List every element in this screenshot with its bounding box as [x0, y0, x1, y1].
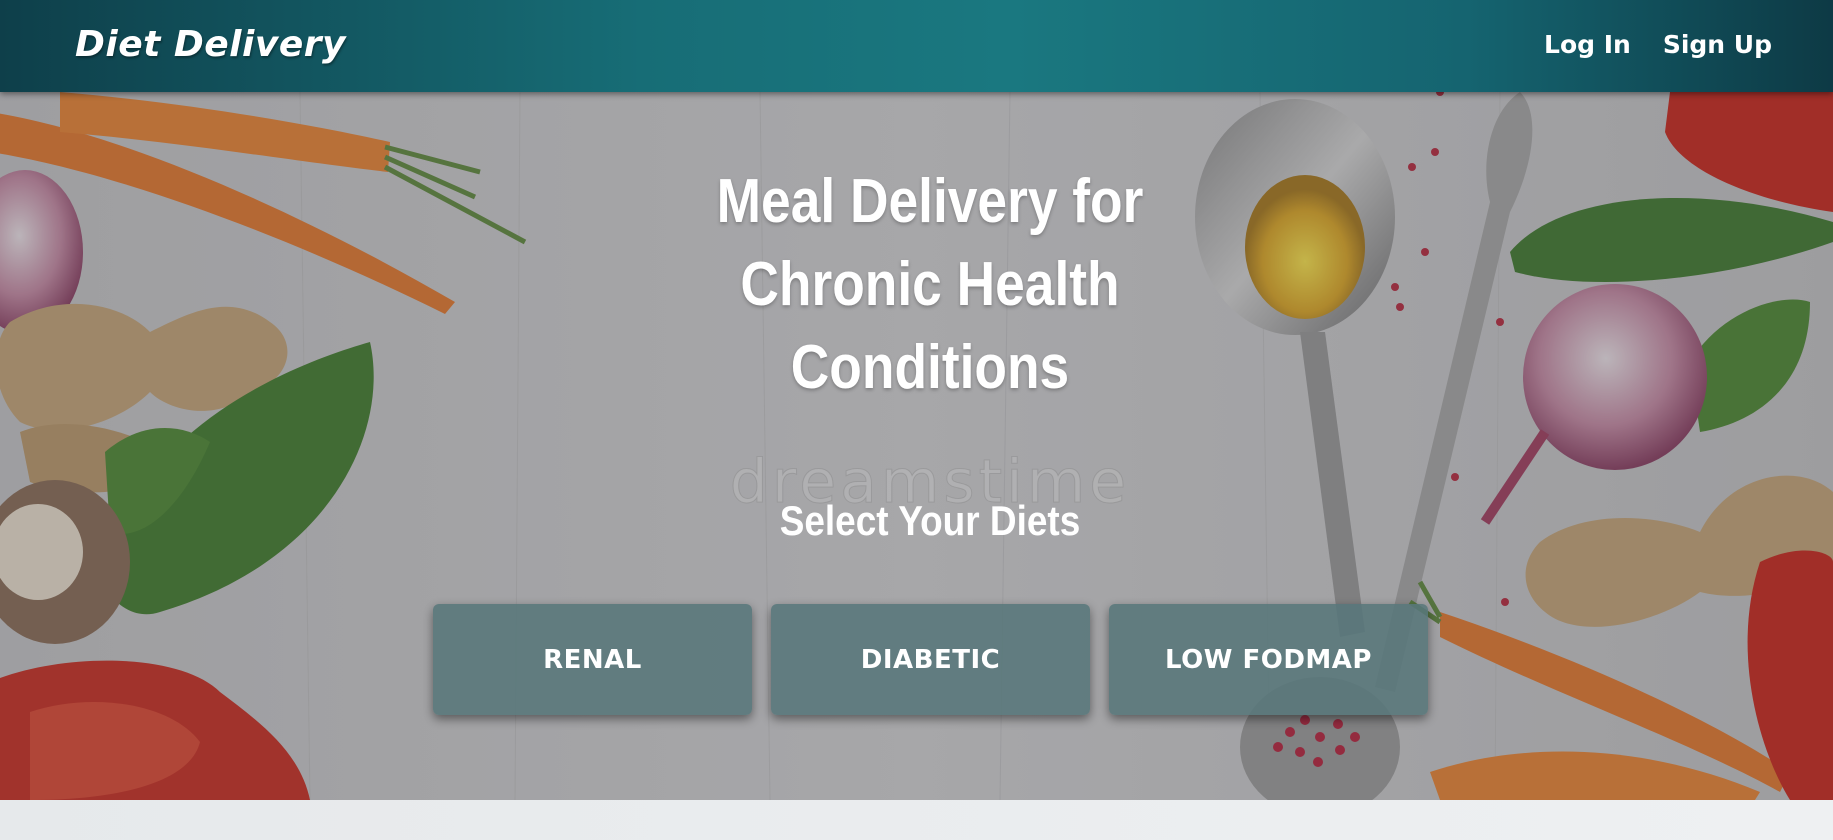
hero-section: Meal Delivery for Chronic Health Conditi…: [0, 92, 1833, 800]
select-diets-heading: Select Your Diets: [779, 497, 1081, 544]
login-link[interactable]: Log In: [1544, 30, 1631, 59]
hero-title: Meal Delivery for Chronic Health Conditi…: [716, 167, 1144, 402]
signup-link[interactable]: Sign Up: [1663, 30, 1772, 59]
nav-links: Log In Sign Up: [1544, 30, 1772, 59]
brand-logo[interactable]: Diet Delivery: [75, 24, 346, 65]
low-fodmap-diet-button[interactable]: LOW FODMAP: [1109, 604, 1428, 715]
diabetic-diet-button[interactable]: DIABETIC: [771, 604, 1090, 715]
page-bottom-strip: [0, 800, 1833, 840]
renal-diet-button[interactable]: RENAL: [433, 604, 752, 715]
navbar: Diet Delivery Log In Sign Up: [0, 0, 1833, 92]
